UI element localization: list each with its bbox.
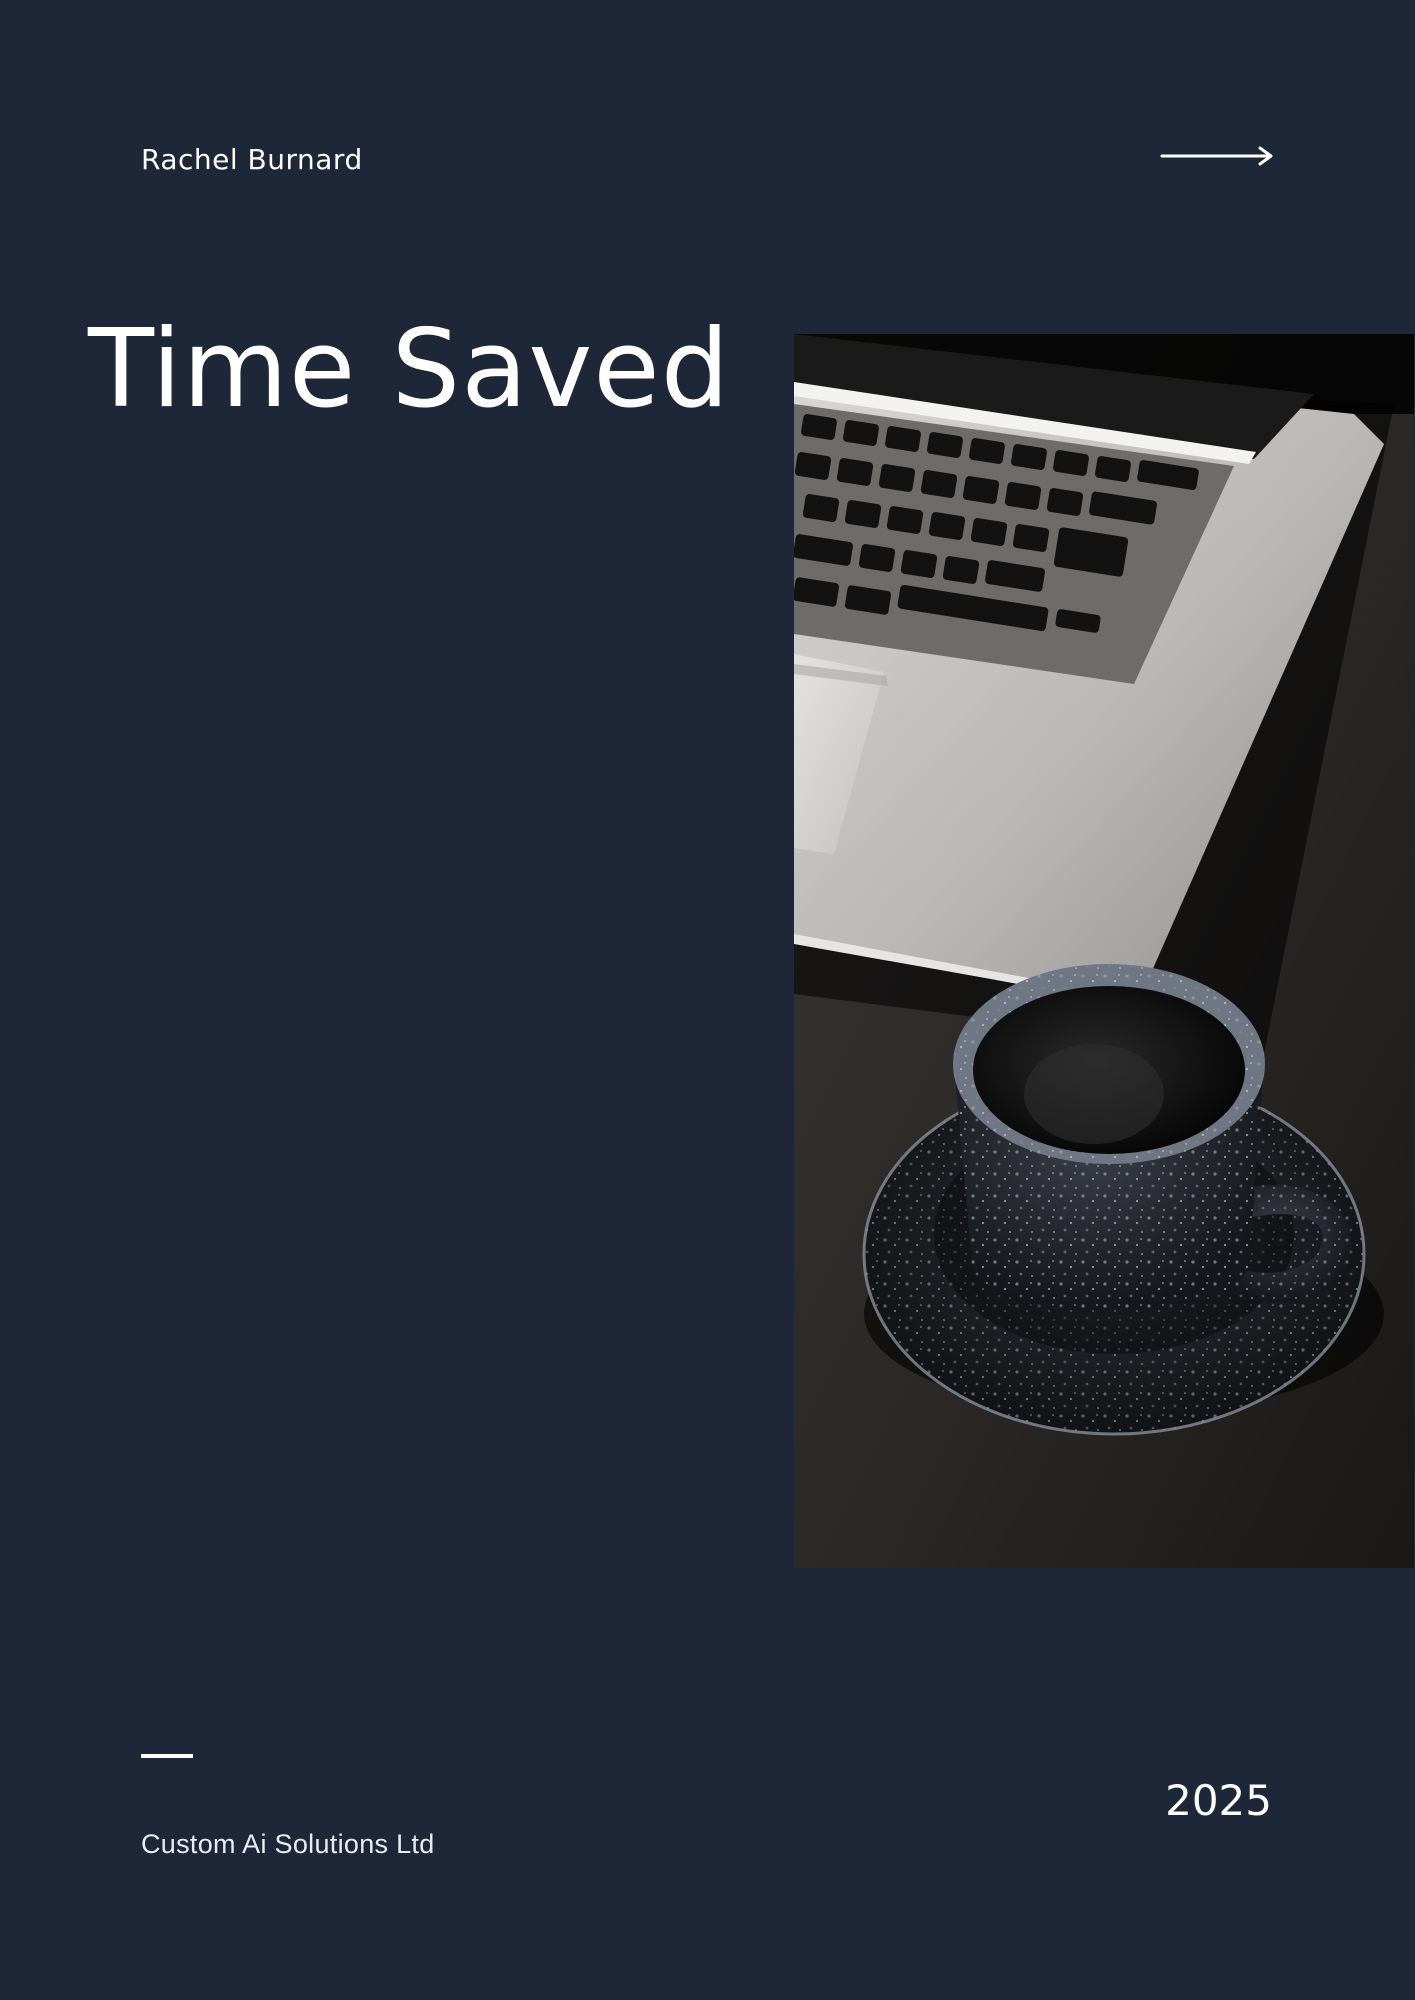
year-label: 2025 (1165, 1776, 1272, 1825)
author-name: Rachel Burnard (141, 143, 363, 176)
arrow-right-icon[interactable] (1160, 144, 1276, 168)
laptop-and-coffee-cup-photo (794, 334, 1414, 1568)
dash-line (141, 1754, 193, 1758)
page-title: Time Saved (88, 307, 731, 432)
company-name: Custom Ai Solutions Ltd (141, 1829, 435, 1859)
